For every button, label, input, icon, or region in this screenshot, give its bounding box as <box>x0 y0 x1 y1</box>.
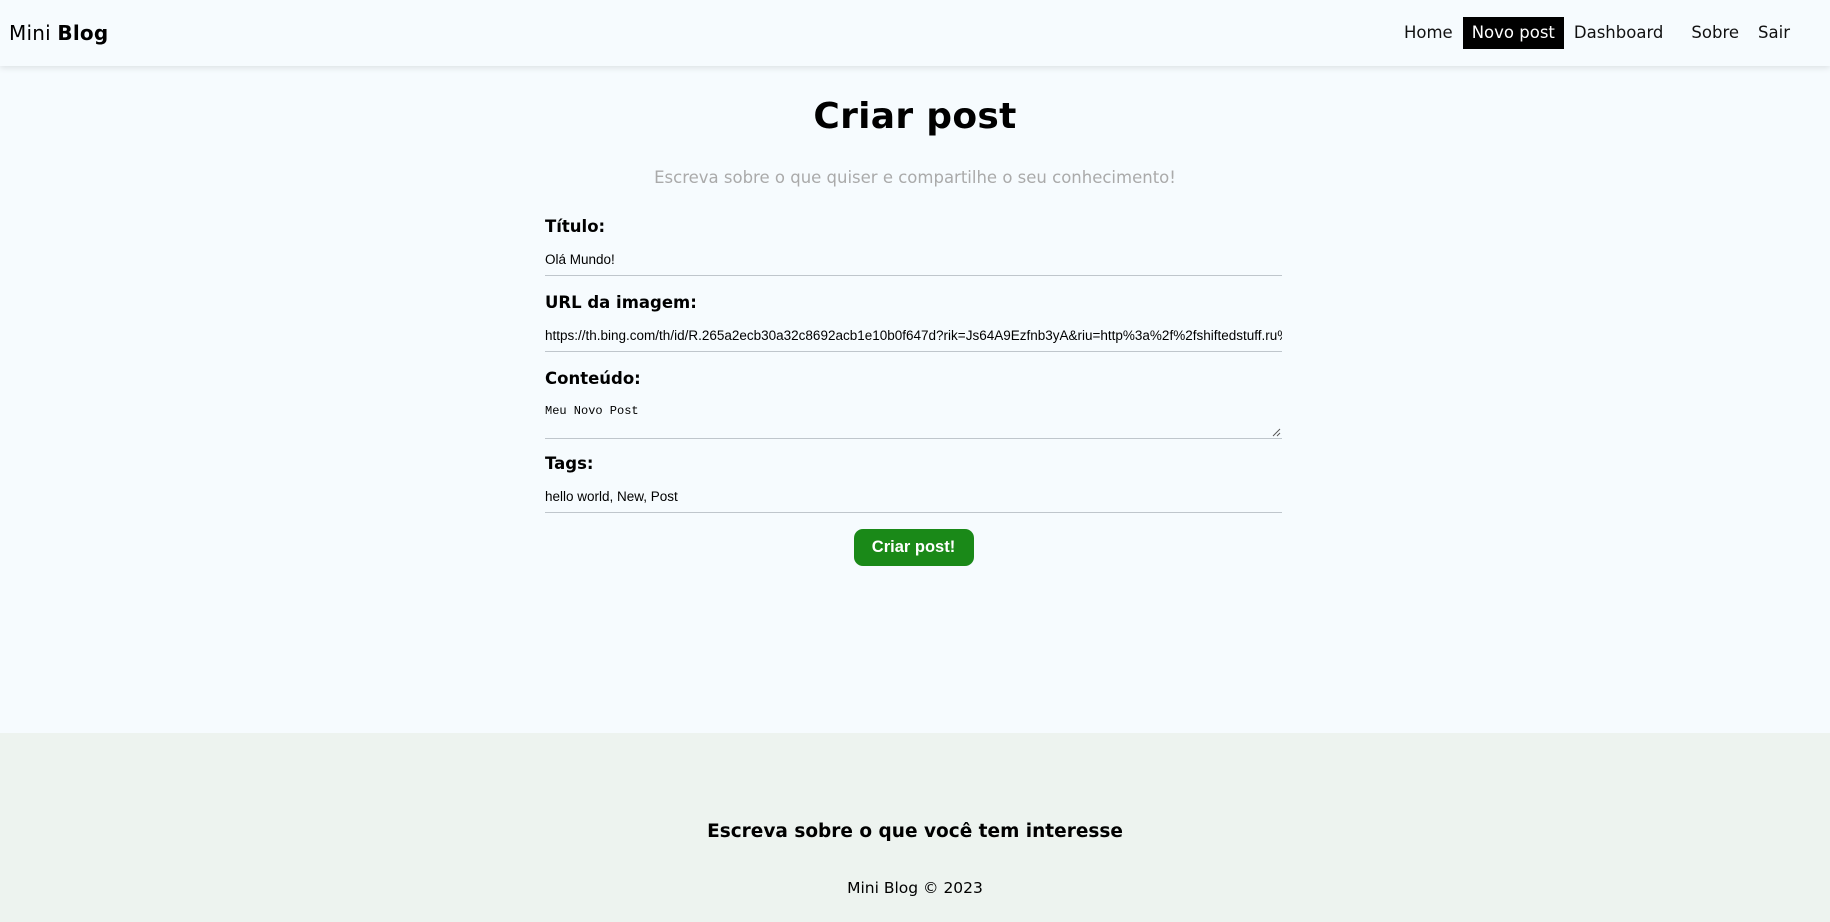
title-label: Título: <box>545 217 606 236</box>
create-post-button[interactable]: Criar post! <box>853 529 974 566</box>
title-field: Título: Olá Mundo! <box>545 216 1282 276</box>
nav-link-dashboard[interactable]: Dashboard <box>1565 17 1673 49</box>
page-title: Criar post <box>813 96 1017 137</box>
footer: Escreva sobre o que você tem interesse M… <box>0 733 1830 922</box>
tags-label: Tags: <box>545 454 594 473</box>
image-url-input[interactable]: https://th.bing.com/th/id/R.265a2ecb30a3… <box>545 320 1282 352</box>
nav-link-home[interactable]: Home <box>1395 17 1462 49</box>
page-subtitle: Escreva sobre o que quiser e compartilhe… <box>654 168 1176 187</box>
nav-links: Home Novo post Dashboard Sobre Sair <box>1394 0 1821 66</box>
content-field: Conteúdo: Meu Novo Post <box>545 368 1282 439</box>
create-post-form: Título: Olá Mundo! URL da imagem: https:… <box>545 216 1282 566</box>
tags-field: Tags: hello world, New, Post <box>545 453 1282 513</box>
tags-input[interactable]: hello world, New, Post <box>545 481 1282 513</box>
content-label: Conteúdo: <box>545 369 641 388</box>
nav-link-novo-post[interactable]: Novo post <box>1462 17 1564 49</box>
title-input[interactable]: Olá Mundo! <box>545 244 1282 276</box>
footer-copyright: Mini Blog © 2023 <box>847 879 983 897</box>
image-url-label: URL da imagem: <box>545 293 697 312</box>
content-textarea-wrap: Meu Novo Post <box>545 396 1282 439</box>
footer-heading: Escreva sobre o que você tem interesse <box>707 821 1123 842</box>
brand-bold-text: Blog <box>57 21 109 45</box>
brand-logo[interactable]: Mini Blog <box>9 21 108 45</box>
resize-handle-icon[interactable] <box>1272 428 1281 437</box>
content-textarea[interactable]: Meu Novo Post <box>545 396 1282 439</box>
main-content: Criar post Escreva sobre o que quiser e … <box>0 66 1830 733</box>
nav-link-sobre[interactable]: Sobre <box>1682 17 1748 49</box>
image-url-field: URL da imagem: https://th.bing.com/th/id… <box>545 292 1282 352</box>
nav-link-sair[interactable]: Sair <box>1749 17 1799 49</box>
navbar: Mini Blog Home Novo post Dashboard Sobre… <box>0 0 1830 66</box>
brand-light-text: Mini <box>9 21 51 45</box>
